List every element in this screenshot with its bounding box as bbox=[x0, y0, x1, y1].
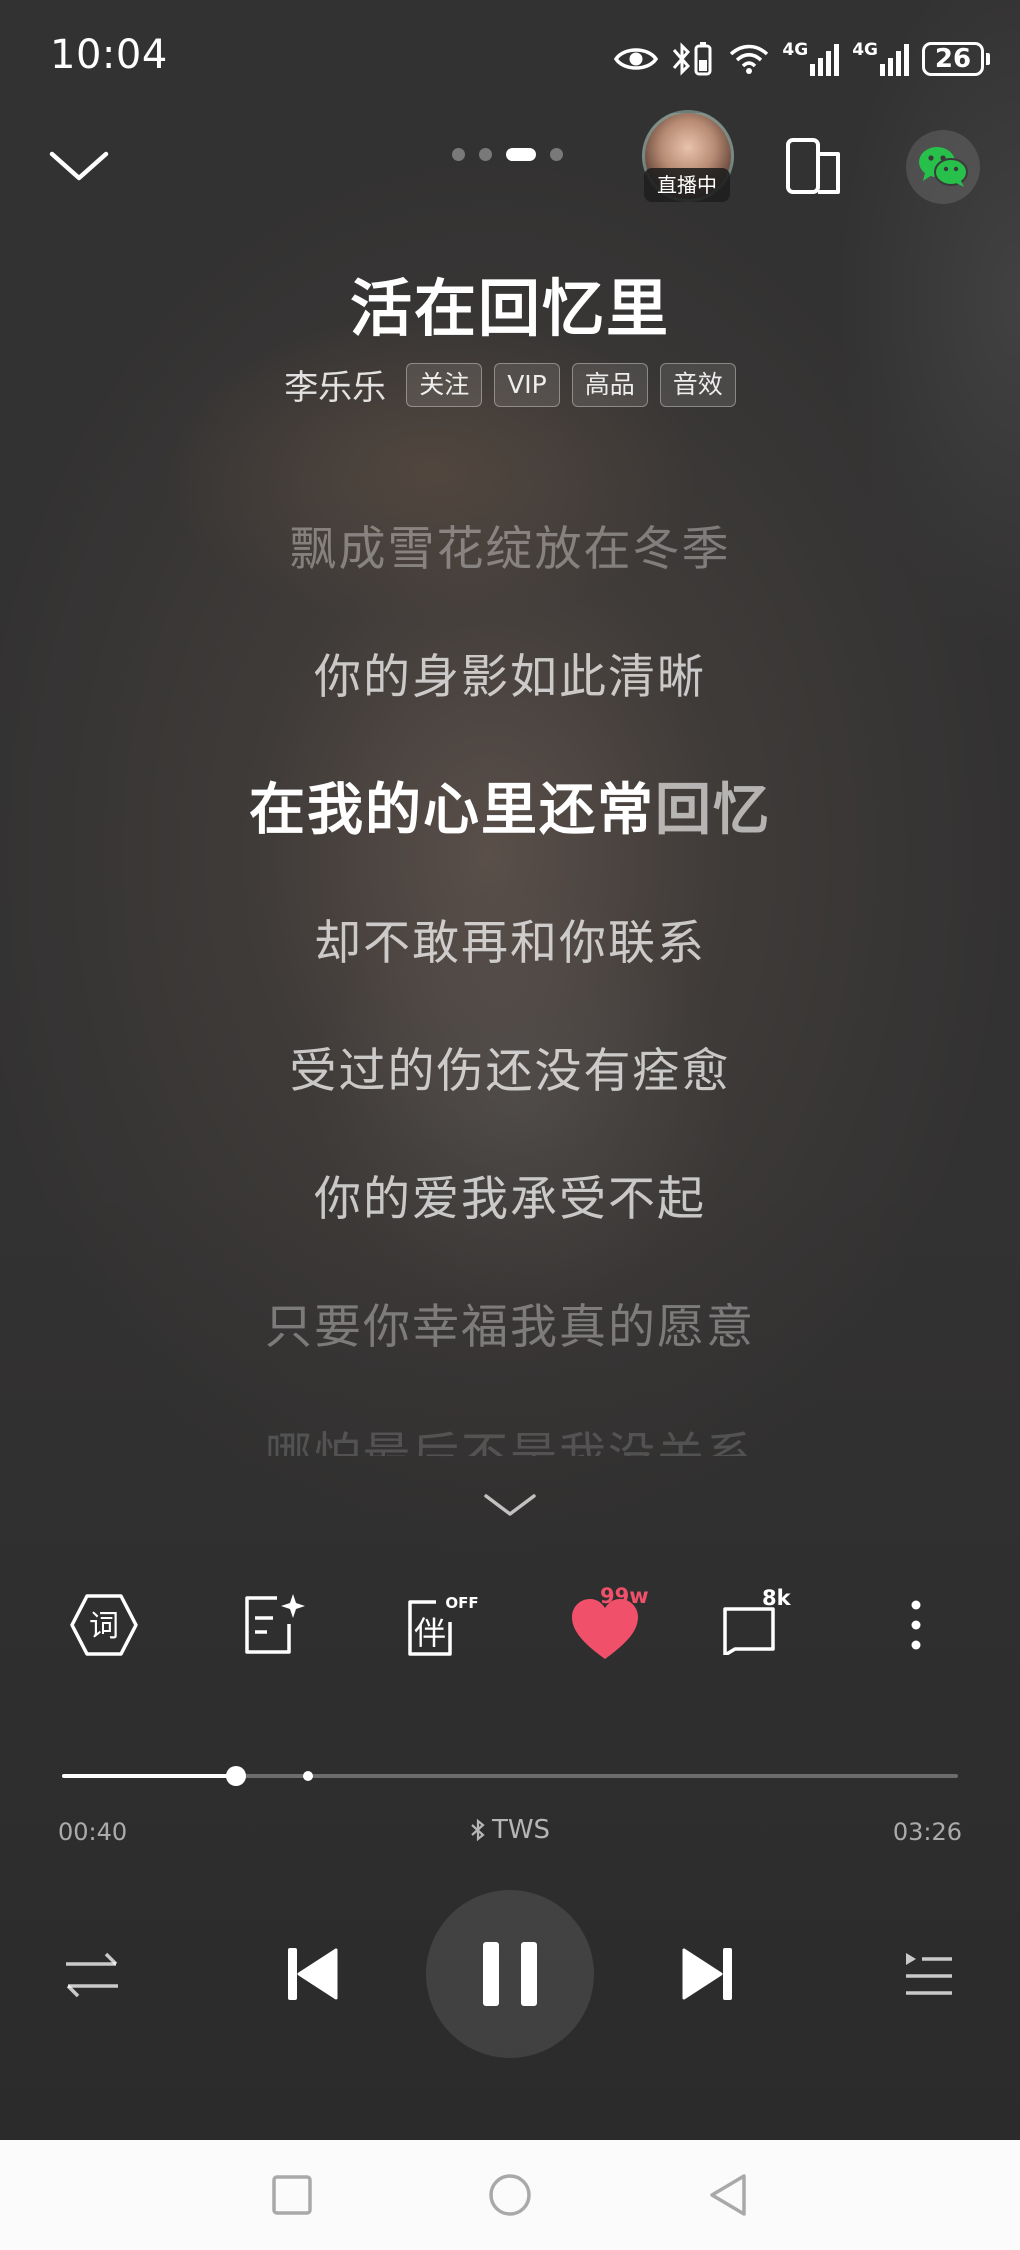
home-button[interactable] bbox=[482, 2167, 538, 2223]
song-title: 活在回忆里 bbox=[349, 272, 670, 345]
battery-level: 26 bbox=[922, 42, 984, 76]
current-lyric-remaining: 回忆 bbox=[655, 778, 771, 843]
follow-button[interactable]: 关注 bbox=[406, 362, 483, 407]
page-dot-1[interactable] bbox=[452, 148, 465, 161]
playlist-button[interactable] bbox=[888, 1940, 968, 2010]
song-meta: 李乐乐 关注 VIP 高品 音效 bbox=[0, 360, 1020, 409]
square-icon bbox=[272, 2175, 312, 2215]
more-vertical-icon bbox=[911, 1600, 921, 1650]
bluetooth-battery-icon bbox=[673, 42, 712, 76]
lyric-line[interactable]: 哪怕最后不是我没关系 bbox=[0, 1416, 1020, 1456]
lyric-line[interactable]: 飘成雪花绽放在冬季 bbox=[0, 510, 1020, 579]
play-pause-button[interactable] bbox=[426, 1890, 594, 2058]
expand-lyrics-button[interactable] bbox=[480, 1488, 540, 1522]
playlist-icon bbox=[906, 1953, 952, 1995]
repeat-order-icon bbox=[66, 1952, 118, 1998]
wechat-share-button[interactable] bbox=[906, 130, 980, 204]
play-mode-button[interactable] bbox=[52, 1940, 132, 2010]
current-lyric-sung: 在我的心里还常 bbox=[249, 778, 655, 843]
lyric-line[interactable]: 却不敢再和你联系 bbox=[0, 904, 1020, 973]
output-device-name: TWS bbox=[491, 1815, 551, 1845]
more-options-button[interactable] bbox=[876, 1590, 956, 1660]
previous-track-button[interactable] bbox=[272, 1934, 352, 2014]
page-dot-4[interactable] bbox=[550, 148, 563, 161]
ai-lyrics-button[interactable] bbox=[232, 1590, 312, 1660]
page-indicator[interactable] bbox=[452, 148, 563, 161]
current-lyric-line[interactable]: 在我的心里还常回忆 bbox=[0, 765, 1020, 846]
highlight-marker[interactable] bbox=[303, 1771, 314, 1781]
live-badge[interactable]: 直播中 bbox=[644, 168, 730, 202]
comment-button[interactable]: 8k bbox=[710, 1586, 791, 1660]
triangle-back-icon bbox=[710, 2174, 746, 2216]
back-button[interactable] bbox=[700, 2167, 756, 2223]
progress-thumb[interactable] bbox=[225, 1766, 246, 1786]
wifi-icon bbox=[730, 44, 769, 74]
device-switch-icon bbox=[786, 138, 840, 194]
svg-text:伴: 伴 bbox=[414, 1614, 446, 1652]
lyric-line[interactable]: 你的身影如此清晰 bbox=[0, 638, 1020, 707]
chevron-down-icon bbox=[484, 1494, 536, 1516]
status-time: 10:04 bbox=[50, 32, 168, 78]
accompaniment-toggle[interactable]: 伴 OFF bbox=[400, 1590, 480, 1660]
eye-icon bbox=[614, 48, 659, 70]
bluetooth-icon bbox=[471, 1818, 485, 1842]
battery-icon: 26 bbox=[922, 42, 990, 76]
output-device[interactable]: TWS bbox=[0, 1815, 1020, 1845]
svg-text:OFF: OFF bbox=[445, 1594, 478, 1612]
like-count: 99w bbox=[600, 1584, 649, 1608]
progress-fill bbox=[62, 1774, 236, 1778]
lyric-line[interactable]: 你的爱我承受不起 bbox=[0, 1160, 1020, 1229]
skip-next-icon bbox=[682, 1948, 732, 2000]
recents-button[interactable] bbox=[264, 2167, 320, 2223]
system-navigation-bar bbox=[0, 2140, 1020, 2250]
quality-button[interactable]: 高品 bbox=[571, 362, 648, 407]
lyric-line[interactable]: 受过的伤还没有痊愈 bbox=[0, 1032, 1020, 1101]
signal-icon: 4G bbox=[782, 42, 840, 76]
accompaniment-icon: 伴 OFF bbox=[408, 1594, 479, 1656]
comment-count: 8k bbox=[762, 1586, 791, 1610]
lyrics-hexagon-icon: 词 bbox=[70, 1594, 138, 1656]
svg-text:词: 词 bbox=[89, 1609, 119, 1644]
total-duration: 03:26 bbox=[892, 1818, 962, 1846]
collapse-player-button[interactable] bbox=[44, 140, 114, 190]
wechat-icon bbox=[919, 147, 968, 187]
device-switch-button[interactable] bbox=[784, 136, 844, 196]
artist-name[interactable]: 李乐乐 bbox=[284, 360, 386, 409]
lyric-line[interactable]: 只要你幸福我真的愿意 bbox=[0, 1288, 1020, 1357]
next-track-button[interactable] bbox=[668, 1934, 748, 2014]
vip-badge[interactable]: VIP bbox=[494, 362, 560, 407]
status-icons: 4G 4G 26 bbox=[614, 36, 990, 82]
skip-previous-icon bbox=[288, 1948, 338, 2000]
signal-icon-2: 4G bbox=[852, 42, 910, 76]
like-button[interactable]: 99w bbox=[550, 1584, 660, 1660]
circle-icon bbox=[489, 2174, 531, 2216]
document-sparkle-icon bbox=[245, 1594, 305, 1654]
page-dot-2[interactable] bbox=[479, 148, 492, 161]
chevron-down-icon bbox=[49, 151, 109, 181]
sound-effect-button[interactable]: 音效 bbox=[659, 362, 736, 407]
page-dot-3-active[interactable] bbox=[506, 148, 536, 161]
lyrics-mode-button[interactable]: 词 bbox=[64, 1590, 144, 1660]
pause-icon bbox=[483, 1942, 537, 2006]
